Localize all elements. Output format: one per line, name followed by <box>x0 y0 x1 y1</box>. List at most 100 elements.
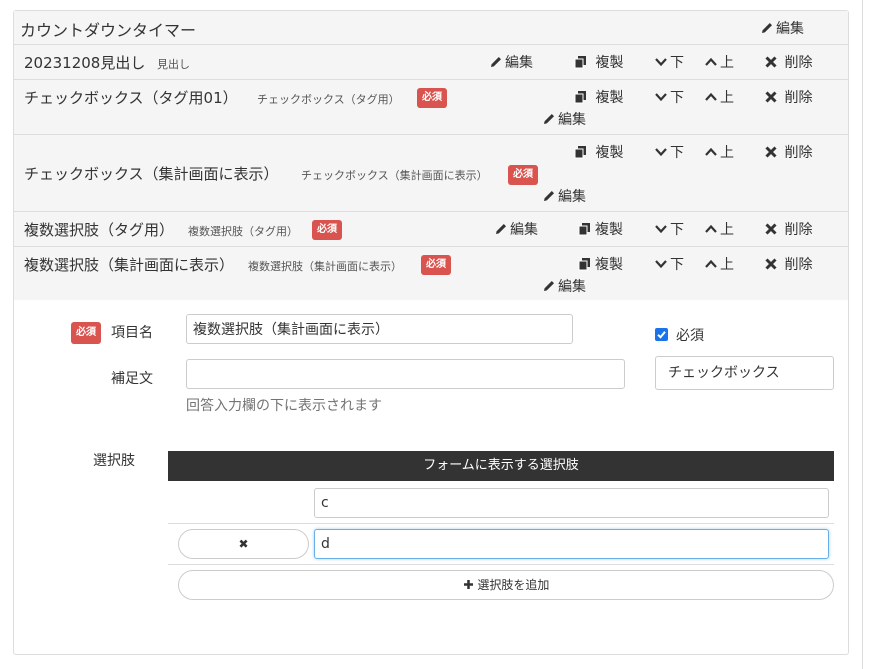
chevron-down-icon <box>655 260 667 269</box>
field-delete-button[interactable]: 削除 <box>764 254 812 274</box>
pencil-icon <box>496 224 506 234</box>
field-subtitle: 見出し <box>157 58 190 71</box>
delete-label: 削除 <box>784 222 813 238</box>
required-badge: 必須 <box>508 165 538 185</box>
field-edit-button[interactable]: 編集 <box>542 186 586 206</box>
required-badge: 必須 <box>312 220 342 240</box>
form-header: カウントダウンタイマー 編集 <box>14 11 848 45</box>
chevron-up-icon <box>705 57 717 66</box>
item-name-required-badge: 必須 <box>71 322 101 344</box>
field-title: チェックボックス（タグ用01） <box>24 89 238 107</box>
field-type-select[interactable]: チェックボックス <box>655 356 834 390</box>
edit-label: 編集 <box>505 55 533 71</box>
field-move-up-button[interactable]: 上 <box>704 254 734 274</box>
page-scrollbar[interactable] <box>862 0 863 669</box>
pencil-icon <box>491 57 501 67</box>
choice-row-divider <box>168 564 834 565</box>
chevron-up-icon <box>705 224 717 233</box>
choice-row-divider <box>168 523 834 524</box>
copy-label: 複製 <box>595 55 624 71</box>
field-subtitle: チェックボックス（集計画面に表示） <box>301 169 488 182</box>
form-edit-label: 編集 <box>776 21 804 37</box>
down-label: 下 <box>670 145 684 161</box>
field-row-multi-tag: 複数選択肢（タグ用） 複数選択肢（タグ用） 必須 編集 複製 下 上 削除 <box>14 212 848 247</box>
chevron-down-icon <box>655 93 667 102</box>
copy-icon <box>574 91 586 104</box>
field-edit-button[interactable]: 編集 <box>542 109 586 129</box>
copy-label: 複製 <box>595 222 623 238</box>
field-move-down-button[interactable]: 下 <box>654 254 684 274</box>
form-edit-button[interactable]: 編集 <box>760 18 804 38</box>
delete-label: 削除 <box>784 257 813 273</box>
field-title: 複数選択肢（集計画面に表示） <box>24 256 235 274</box>
field-edit-button[interactable]: 編集 <box>542 276 586 296</box>
field-copy-button[interactable]: 複製 <box>574 87 623 107</box>
field-copy-button[interactable]: 複製 <box>574 52 623 72</box>
field-move-down-button[interactable]: 下 <box>654 52 684 72</box>
choices-table-header: フォームに表示する選択肢 <box>168 451 834 481</box>
field-move-up-button[interactable]: 上 <box>704 219 734 239</box>
up-label: 上 <box>720 145 734 161</box>
up-label: 上 <box>720 257 734 273</box>
down-label: 下 <box>670 257 684 273</box>
plus-icon <box>463 580 473 589</box>
edit-label: 編集 <box>558 279 586 295</box>
pencil-icon <box>544 281 554 291</box>
field-edit-button[interactable]: 編集 <box>489 52 533 72</box>
field-row-checkbox-summary: チェックボックス（集計画面に表示） チェックボックス（集計画面に表示） 必須 複… <box>14 135 848 212</box>
field-move-up-button[interactable]: 上 <box>704 142 734 162</box>
chevron-up-icon <box>705 259 717 268</box>
check-icon <box>657 331 666 339</box>
field-move-up-button[interactable]: 上 <box>704 52 734 72</box>
copy-icon <box>574 56 586 69</box>
field-move-down-button[interactable]: 下 <box>654 142 684 162</box>
up-label: 上 <box>720 90 734 106</box>
down-label: 下 <box>670 222 684 238</box>
field-subtitle: チェックボックス（タグ用） <box>257 93 400 106</box>
remove-choice-button[interactable]: ✖ <box>178 529 309 559</box>
required-checkbox[interactable] <box>655 328 668 341</box>
close-icon <box>765 91 777 103</box>
copy-label: 複製 <box>595 145 624 161</box>
field-delete-button[interactable]: 削除 <box>764 87 812 107</box>
add-choice-label: 選択肢を追加 <box>477 578 550 592</box>
field-copy-button[interactable]: 複製 <box>578 254 623 274</box>
delete-label: 削除 <box>784 145 813 161</box>
field-subtitle: 複数選択肢（タグ用） <box>188 225 298 238</box>
field-move-down-button[interactable]: 下 <box>654 219 684 239</box>
supplement-label: 補足文 <box>111 371 153 387</box>
field-move-up-button[interactable]: 上 <box>704 87 734 107</box>
up-label: 上 <box>720 55 734 71</box>
field-move-down-button[interactable]: 下 <box>654 87 684 107</box>
field-copy-button[interactable]: 複製 <box>574 142 623 162</box>
add-choice-button[interactable]: 選択肢を追加 <box>178 570 834 600</box>
pencil-icon <box>544 191 554 201</box>
chevron-down-icon <box>655 58 667 67</box>
pencil-icon <box>762 23 772 33</box>
close-icon <box>765 56 777 68</box>
field-delete-button[interactable]: 削除 <box>764 52 812 72</box>
field-subtitle: 複数選択肢（集計画面に表示） <box>248 260 402 273</box>
field-title: 複数選択肢（タグ用） <box>24 221 175 239</box>
field-delete-button[interactable]: 削除 <box>764 219 812 239</box>
supplement-input[interactable] <box>186 359 625 389</box>
delete-label: 削除 <box>784 55 813 71</box>
edit-label: 編集 <box>558 112 586 128</box>
required-badge: 必須 <box>421 255 451 275</box>
item-name-input[interactable] <box>186 314 573 344</box>
remove-choice-icon: ✖ <box>238 537 249 551</box>
choice-input[interactable] <box>314 529 829 559</box>
delete-label: 削除 <box>784 90 813 106</box>
field-delete-button[interactable]: 削除 <box>764 142 812 162</box>
close-icon <box>765 258 777 270</box>
field-copy-button[interactable]: 複製 <box>578 219 623 239</box>
close-icon <box>765 223 777 235</box>
chevron-up-icon <box>705 147 717 156</box>
form-title: カウントダウンタイマー <box>20 21 197 40</box>
item-name-label: 項目名 <box>111 325 153 341</box>
field-row-checkbox-tag: チェックボックス（タグ用01） チェックボックス（タグ用） 必須 複製 下 上 … <box>14 80 848 135</box>
chevron-up-icon <box>705 92 717 101</box>
field-edit-button[interactable]: 編集 <box>494 219 538 239</box>
choice-input[interactable] <box>314 488 829 518</box>
close-icon <box>765 146 777 158</box>
